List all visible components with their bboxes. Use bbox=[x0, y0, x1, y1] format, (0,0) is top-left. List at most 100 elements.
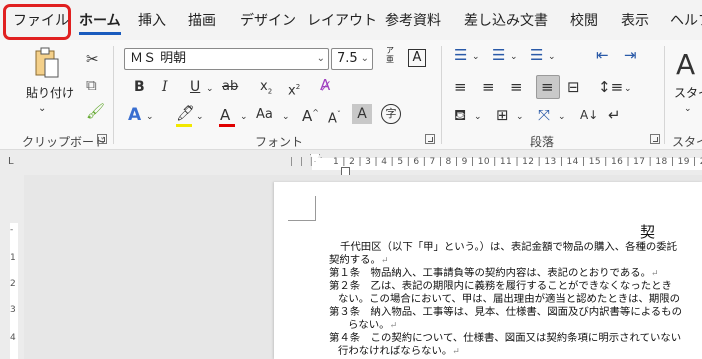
phonetic-top: ア bbox=[386, 46, 394, 55]
vruler-label: 2 bbox=[10, 279, 16, 289]
vruler-label: 1 bbox=[10, 253, 16, 263]
superscript-x: x bbox=[288, 83, 296, 99]
tab-file[interactable]: ファイル bbox=[13, 10, 69, 30]
multilevel-list-icon[interactable]: ☰ bbox=[530, 46, 543, 64]
font-launcher-icon[interactable] bbox=[425, 134, 435, 144]
chevron-down-icon: ⌄ bbox=[360, 53, 369, 64]
grow-font-a: A bbox=[302, 107, 313, 125]
chevron-down-icon[interactable]: ⌄ bbox=[548, 48, 556, 66]
bullets-icon[interactable]: ☰ bbox=[454, 46, 467, 64]
bold-button[interactable]: B bbox=[134, 78, 145, 96]
doc-line: 契約する。↵ bbox=[329, 254, 389, 266]
decrease-indent-icon[interactable]: ⇤ bbox=[596, 46, 609, 64]
font-size-value: 7.5 bbox=[337, 51, 358, 66]
numbering-icon[interactable]: ☰ bbox=[492, 46, 505, 64]
ribbon-home: 貼り付け ⌄ ✂ ⧉ 🖌 クリップボード ＭＳ 明朝 ⌄ 7.5 ⌄ ア 亜 A bbox=[0, 40, 702, 150]
italic-button[interactable]: I bbox=[162, 78, 168, 96]
chevron-down-icon[interactable]: ⌄ bbox=[516, 108, 524, 126]
tab-insert[interactable]: 挿入 bbox=[138, 10, 166, 30]
align-left-icon[interactable]: ≡ bbox=[454, 78, 467, 96]
chevron-down-icon: ⌄ bbox=[316, 53, 325, 64]
tab-references[interactable]: 参考資料 bbox=[385, 10, 441, 30]
styles-label[interactable]: スタイル bbox=[674, 84, 702, 101]
justify-button[interactable]: ≡ bbox=[536, 75, 560, 99]
sort-icon[interactable]: A↓ bbox=[580, 106, 598, 124]
align-center-icon[interactable]: ≡ bbox=[482, 78, 495, 96]
doc-line: 第１条 物品納入、工事請負等の契約内容は、表記のとおりである。↵ bbox=[329, 267, 659, 279]
ribbon-tab-bar: ファイル ホーム 挿入 描画 デザイン レイアウト 参考資料 差し込み文書 校閲… bbox=[0, 0, 702, 40]
tab-layout[interactable]: レイアウト bbox=[307, 10, 377, 30]
chevron-down-icon[interactable]: ⌄ bbox=[472, 48, 480, 66]
tab-mailings[interactable]: 差し込み文書 bbox=[464, 10, 548, 30]
tab-help[interactable]: ヘルプ bbox=[670, 10, 702, 30]
show-marks-icon[interactable]: ↵ bbox=[608, 106, 621, 124]
font-name-value: ＭＳ 明朝 bbox=[130, 51, 187, 66]
chevron-down-icon[interactable]: ⌄ bbox=[558, 108, 566, 126]
format-painter-icon[interactable]: 🖌 bbox=[86, 102, 105, 120]
subscript-button[interactable]: x2 bbox=[260, 78, 272, 101]
font-size-combo[interactable]: 7.5 ⌄ bbox=[331, 48, 373, 70]
crop-mark bbox=[315, 196, 316, 221]
font-name-combo[interactable]: ＭＳ 明朝 ⌄ bbox=[124, 48, 329, 70]
vruler-label: - bbox=[10, 225, 14, 235]
cut-icon[interactable]: ✂ bbox=[86, 50, 99, 68]
chevron-down-icon[interactable]: ⌄ bbox=[624, 80, 632, 98]
tab-review[interactable]: 校閲 bbox=[570, 10, 598, 30]
justify-icon: ≡ bbox=[541, 78, 554, 96]
chevron-down-icon[interactable]: ⌄ bbox=[196, 108, 204, 126]
tab-design[interactable]: デザイン bbox=[240, 10, 296, 30]
font-color-icon[interactable]: A bbox=[220, 106, 230, 124]
chevron-down-icon[interactable]: ⌄ bbox=[240, 108, 248, 126]
align-right-icon[interactable]: ≡ bbox=[510, 78, 523, 96]
horizontal-ruler[interactable]: L | | | | 1 | 2 | 3 | 4 | 5 | 6 | 7 | 8 … bbox=[0, 150, 702, 176]
superscript-button[interactable]: x2 bbox=[288, 78, 300, 100]
chevron-down-icon[interactable]: ⌄ bbox=[206, 80, 214, 98]
char-shading-button[interactable]: A bbox=[352, 104, 372, 124]
tab-home[interactable]: ホーム bbox=[79, 10, 121, 35]
ruler-numbers: 1 | 2 | 3 | 4 | 5 | 6 | 7 | 8 | 9 | 10 |… bbox=[333, 157, 702, 167]
separator bbox=[441, 46, 442, 144]
chevron-down-icon[interactable]: ⌄ bbox=[146, 108, 154, 126]
distributed-icon[interactable]: ⊟ bbox=[567, 78, 580, 96]
strikethrough-button[interactable]: ab bbox=[222, 78, 238, 96]
font-color-bar bbox=[219, 124, 235, 127]
highlight-icon[interactable]: 🖊 bbox=[176, 104, 195, 122]
change-case-button[interactable]: Aa bbox=[256, 106, 273, 124]
shrink-font-a: A bbox=[328, 111, 337, 127]
increase-indent-icon[interactable]: ⇥ bbox=[624, 46, 637, 64]
document-title: 契 約 bbox=[640, 223, 702, 241]
chevron-down-icon[interactable]: ⌄ bbox=[684, 100, 692, 118]
clear-formatting-icon[interactable]: A̷ bbox=[320, 76, 330, 94]
doc-line: ない。この場合において、甲は、届出理由が適当と認めたときは、期限の bbox=[338, 293, 681, 305]
clipboard-launcher-icon[interactable] bbox=[97, 134, 107, 144]
paragraph-launcher-icon[interactable] bbox=[650, 134, 660, 144]
separator bbox=[664, 46, 665, 144]
subscript-x: x bbox=[260, 79, 268, 94]
paste-icon[interactable] bbox=[33, 46, 61, 80]
chevron-down-icon[interactable]: ⌄ bbox=[510, 48, 518, 66]
grow-font-button[interactable]: A^ bbox=[302, 104, 319, 125]
paste-label[interactable]: 貼り付け bbox=[26, 84, 74, 101]
chevron-down-icon[interactable]: ⌄ bbox=[474, 108, 482, 126]
phonetic-guide-button[interactable]: ア 亜 bbox=[386, 46, 394, 64]
copy-icon[interactable]: ⧉ bbox=[86, 76, 97, 94]
tab-draw[interactable]: 描画 bbox=[188, 10, 216, 30]
style-preview[interactable]: A bbox=[676, 50, 695, 80]
font-group-label: フォント bbox=[255, 135, 304, 149]
char-spacing-icon[interactable]: ⤧ bbox=[538, 106, 550, 124]
phonetic-bottom: 亜 bbox=[386, 55, 394, 64]
borders-icon[interactable]: ⊞ bbox=[496, 106, 509, 124]
enclose-char-button[interactable]: 字 bbox=[381, 104, 401, 124]
paste-dropdown-icon[interactable]: ⌄ bbox=[38, 100, 46, 118]
chevron-down-icon[interactable]: ⌄ bbox=[282, 108, 290, 126]
char-border-button[interactable]: A bbox=[408, 49, 426, 67]
doc-line: 千代田区（以下「甲」という。）は、表記金額で物品の購入、各種の委託 bbox=[340, 241, 678, 253]
shrink-font-button[interactable]: Aˇ bbox=[328, 106, 341, 128]
text-effects-icon[interactable]: A bbox=[128, 106, 141, 124]
tab-view[interactable]: 表示 bbox=[621, 10, 649, 30]
vertical-ruler[interactable]: - 1 2 3 4 bbox=[0, 175, 24, 359]
line-spacing-icon[interactable]: ↕≡ bbox=[598, 78, 623, 96]
underline-button[interactable]: U bbox=[190, 78, 200, 96]
shading-icon[interactable]: ⛾ bbox=[454, 106, 466, 124]
tab-selector-icon[interactable]: L bbox=[8, 156, 14, 167]
